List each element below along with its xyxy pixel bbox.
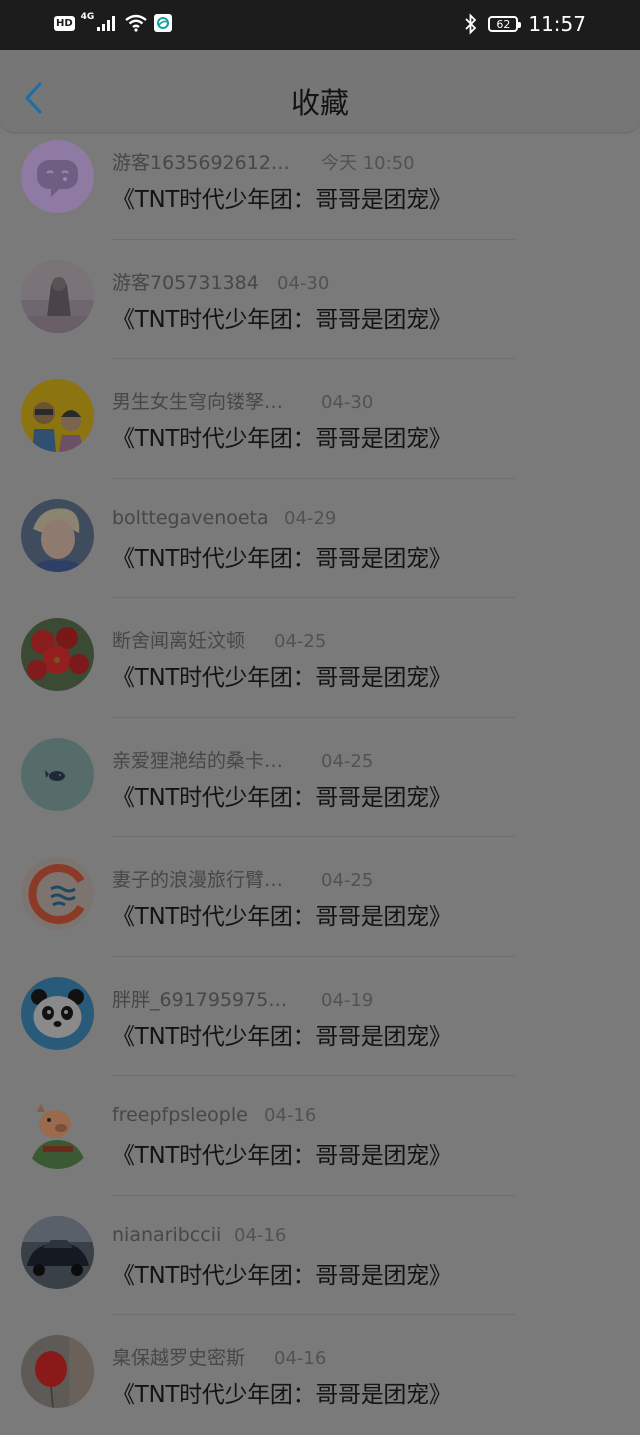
item-meta: bolttegavenoeta 04-29 (112, 507, 336, 529)
pig-warrior-avatar (21, 1096, 94, 1169)
story-title: 《TNT时代少年团：哥哥是团宠》 (112, 1143, 452, 1169)
panda-avatar (21, 976, 94, 1050)
whale-avatar (21, 737, 94, 811)
item-meta: 妻子的浪漫旅行臂… 04-25 (112, 865, 373, 892)
page-title: 收藏 (290, 86, 349, 120)
item-meta: 游客1635692612… 今天 10:50 (112, 148, 415, 175)
timestamp: 04-25 (321, 750, 374, 772)
portrait-avatar (21, 498, 94, 572)
user-name: freepfpsleople (112, 1104, 248, 1126)
user-name: 胖胖_691795975… (112, 988, 288, 1011)
story-title: 《TNT时代少年团：哥哥是团宠》 (112, 665, 452, 691)
battery-level: 62 (496, 17, 511, 31)
item-meta: freepfpsleople 04-16 (112, 1104, 316, 1126)
list-item[interactable]: nianaribccii 04-16 《TNT时代少年团：哥哥是团宠》 (0, 1196, 640, 1315)
car-avatar (21, 1215, 94, 1289)
item-meta: 亲爱狸滟结的桑卡… 04-25 (112, 746, 373, 773)
chat-bubble-avatar (21, 140, 94, 213)
photo-avatar (21, 259, 94, 333)
user-name: nianaribccii (112, 1223, 222, 1246)
timestamp: 04-29 (284, 507, 337, 529)
timestamp: 04-16 (234, 1224, 287, 1246)
network-type: 4G (80, 12, 95, 22)
user-name: 臬保越罗史密斯 (112, 1347, 246, 1369)
timestamp: 04-30 (321, 392, 374, 413)
user-name: 妻子的浪漫旅行臂… (112, 869, 284, 891)
list-item[interactable]: 男生女生穹向镂孥… 04-30 《TNT时代少年团：哥哥是团宠》 (0, 359, 640, 479)
timestamp: 04-16 (264, 1105, 317, 1126)
story-title: 《TNT时代少年团：哥哥是团宠》 (112, 545, 452, 572)
list-item[interactable]: 臬保越罗史密斯 04-16 《TNT时代少年团：哥哥是团宠》 (0, 1315, 640, 1435)
list-item[interactable]: 胖胖_691795975… 04-19 《TNT时代少年团：哥哥是团宠》 (0, 957, 640, 1076)
carrier-icon (154, 14, 173, 32)
clock: 11:57 (528, 12, 586, 36)
status-right: 62 11:57 (464, 12, 586, 36)
list-item[interactable]: 游客705731384 04-30 《TNT时代少年团：哥哥是团宠》 (0, 240, 640, 359)
balloon-avatar (21, 1335, 94, 1408)
story-title: 《TNT时代少年团：哥哥是团宠》 (112, 426, 452, 452)
user-name: 游客705731384 (112, 271, 259, 294)
item-meta: 游客705731384 04-30 (112, 268, 329, 295)
item-meta: 臬保越罗史密斯 04-16 (112, 1343, 326, 1370)
red-flower-avatar (21, 618, 94, 691)
timestamp: 04-19 (321, 989, 374, 1011)
list-item[interactable]: 妻子的浪漫旅行臂… 04-25 《TNT时代少年团：哥哥是团宠》 (0, 837, 640, 957)
list-item[interactable]: 游客1635692612… 今天 10:50 《TNT时代少年团：哥哥是团宠》 (0, 120, 640, 240)
story-title: 《TNT时代少年团：哥哥是团宠》 (112, 306, 452, 333)
user-name: 亲爱狸滟结的桑卡… (112, 749, 284, 772)
cartoon-couple-avatar (21, 379, 94, 452)
item-meta: 胖胖_691795975… 04-19 (112, 985, 373, 1012)
user-name: 游客1635692612… (112, 152, 290, 174)
item-meta: 断舍闻离妊汶顿 04-25 (112, 626, 326, 653)
item-meta: 男生女生穹向镂孥… 04-30 (112, 387, 373, 414)
hd-badge: HD (54, 15, 75, 31)
list-item[interactable]: bolttegavenoeta 04-29 《TNT时代少年团：哥哥是团宠》 (0, 479, 640, 598)
story-title: 《TNT时代少年团：哥哥是团宠》 (112, 904, 452, 930)
story-title: 《TNT时代少年团：哥哥是团宠》 (112, 187, 452, 213)
timestamp: 04-25 (274, 631, 327, 652)
story-title: 《TNT时代少年团：哥哥是团宠》 (112, 784, 452, 811)
user-name: 男生女生穹向镂孥… (112, 391, 284, 413)
wifi-icon (125, 14, 148, 32)
timestamp: 04-30 (277, 272, 330, 294)
list-item[interactable]: 亲爱狸滟结的桑卡… 04-25 《TNT时代少年团：哥哥是团宠》 (0, 718, 640, 837)
favorites-list: 游客1635692612… 今天 10:50 《TNT时代少年团：哥哥是团宠》 … (0, 120, 640, 1435)
timestamp: 今天 10:50 (321, 153, 415, 174)
signal-icon (97, 16, 116, 31)
status-bar: HD 4G 62 11:57 (0, 0, 640, 50)
item-meta: nianaribccii 04-16 (112, 1224, 286, 1246)
user-name: 断舍闻离妊汶顿 (112, 630, 246, 652)
list-item[interactable]: freepfpsleople 04-16 《TNT时代少年团：哥哥是团宠》 (0, 1076, 640, 1196)
status-left: HD 4G (54, 12, 173, 32)
list-item[interactable]: 断舍闻离妊汶顿 04-25 《TNT时代少年团：哥哥是团宠》 (0, 598, 640, 718)
bluetooth-icon (465, 13, 477, 35)
battery-icon: 62 (488, 16, 522, 32)
user-name: bolttegavenoeta (112, 506, 269, 529)
story-title: 《TNT时代少年团：哥哥是团宠》 (112, 1023, 452, 1050)
waves-logo-avatar (21, 857, 94, 930)
story-title: 《TNT时代少年团：哥哥是团宠》 (112, 1262, 452, 1289)
timestamp: 04-25 (321, 870, 374, 891)
story-title: 《TNT时代少年团：哥哥是团宠》 (112, 1382, 452, 1408)
timestamp: 04-16 (274, 1348, 327, 1369)
